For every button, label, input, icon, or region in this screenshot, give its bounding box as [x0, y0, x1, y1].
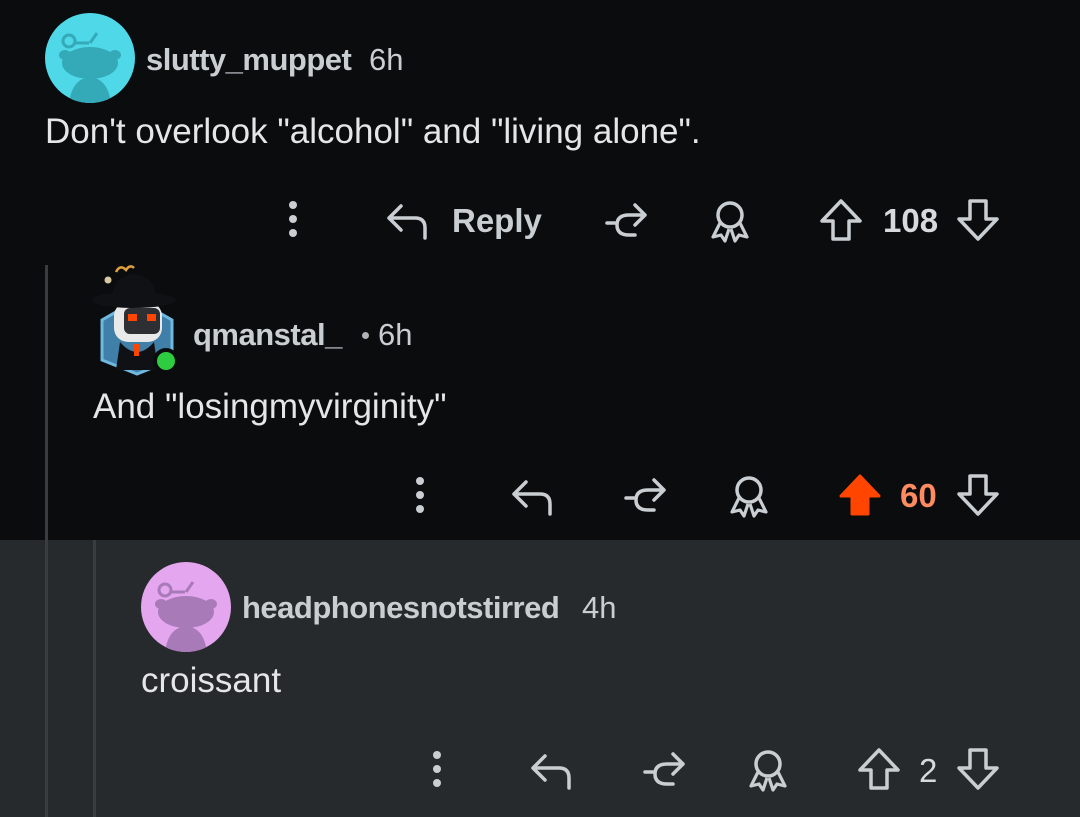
more-options-button[interactable] — [422, 749, 452, 789]
snoo-avatar-icon — [59, 32, 121, 103]
share-icon — [624, 478, 666, 512]
more-vertical-icon — [416, 477, 424, 513]
comment-body: And "losingmyvirginity" — [93, 387, 447, 426]
more-options-button[interactable] — [278, 199, 308, 239]
comment-timestamp: 6h — [378, 317, 413, 352]
reply-arrow-icon — [531, 754, 571, 790]
vote-score: 60 — [900, 477, 937, 514]
comment-timestamp: 4h — [582, 590, 617, 625]
comment-body: croissant — [141, 661, 282, 700]
comment-thread: slutty_muppet 6h Don't overlook "alcohol… — [0, 0, 1080, 817]
downvote-button[interactable] — [955, 472, 1001, 518]
downvote-button[interactable] — [955, 746, 1001, 792]
award-button[interactable] — [707, 199, 753, 243]
downvote-button[interactable] — [955, 197, 1001, 243]
more-vertical-icon — [289, 201, 297, 237]
award-button[interactable] — [726, 474, 772, 518]
reply-arrow-icon — [512, 480, 552, 516]
share-button[interactable] — [622, 474, 670, 518]
reply-button[interactable] — [385, 200, 431, 242]
upvote-arrow-icon — [858, 748, 900, 790]
avatar[interactable] — [141, 562, 231, 652]
more-options-button[interactable] — [405, 475, 435, 515]
upvote-button[interactable] — [818, 197, 864, 243]
vote-score: 2 — [919, 752, 938, 789]
downvote-arrow-icon — [957, 474, 999, 516]
avatar[interactable] — [45, 13, 135, 103]
comment-body: Don't overlook "alcohol" and "living alo… — [45, 112, 701, 151]
thread-line-level-2[interactable] — [93, 540, 96, 817]
custom-avatar-icon — [92, 265, 179, 376]
share-icon — [605, 203, 647, 237]
upvote-button[interactable] — [856, 746, 902, 792]
reply-button[interactable] — [529, 750, 575, 792]
comment-author[interactable]: qmanstal_ — [193, 317, 342, 353]
vote-score: 108 — [883, 202, 939, 239]
upvote-button-active[interactable] — [837, 472, 883, 518]
award-icon — [749, 750, 787, 792]
share-icon — [643, 752, 685, 786]
upvote-arrow-icon — [820, 199, 862, 241]
award-icon — [711, 201, 749, 243]
reply-button[interactable] — [510, 476, 556, 518]
thread-line-level-1[interactable] — [45, 265, 48, 817]
award-icon — [730, 476, 768, 518]
comment-timestamp: 6h — [369, 42, 404, 77]
avatar[interactable] — [90, 262, 185, 377]
upvote-arrow-icon — [839, 474, 881, 516]
downvote-arrow-icon — [957, 748, 999, 790]
separator-dot — [362, 332, 369, 339]
reply-button-label[interactable]: Reply — [452, 202, 542, 240]
reply-arrow-icon — [387, 204, 427, 240]
share-button[interactable] — [641, 748, 689, 792]
comment-author[interactable]: slutty_muppet — [146, 42, 352, 78]
snoo-avatar-icon — [155, 581, 217, 652]
online-status-dot — [157, 352, 175, 370]
share-button[interactable] — [603, 199, 651, 243]
more-vertical-icon — [433, 751, 441, 787]
downvote-arrow-icon — [957, 199, 999, 241]
comment-author[interactable]: headphonesnotstirred — [242, 590, 560, 626]
award-button[interactable] — [745, 748, 791, 792]
